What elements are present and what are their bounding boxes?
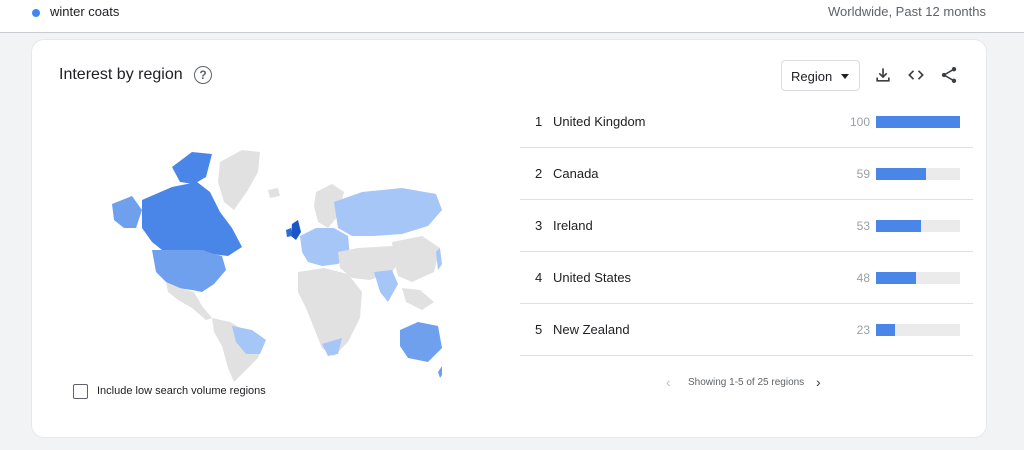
card-title: Interest by region: [59, 66, 183, 83]
region-value: 48: [856, 271, 870, 285]
region-name: United States: [553, 270, 632, 285]
map-region-southeast-asia: [402, 288, 434, 310]
region-value: 23: [856, 323, 870, 337]
share-icon[interactable]: [939, 65, 959, 85]
map-region-united-states: [152, 250, 226, 292]
map-region-alaska: [112, 196, 142, 228]
resolution-select-value: Region: [791, 69, 833, 84]
region-rank: 3: [535, 218, 543, 233]
low-volume-checkbox-label: Include low search volume regions: [97, 385, 266, 397]
region-bar: [876, 168, 926, 180]
region-ranking-list: 1 United Kingdom 100 2 Canada 59 3 Irela…: [520, 96, 973, 356]
region-name: United Kingdom: [553, 114, 646, 129]
search-term-label: winter coats: [50, 4, 120, 19]
map-region-united-kingdom: [291, 220, 301, 240]
region-bar-track: [876, 272, 960, 284]
list-item[interactable]: 4 United States 48: [520, 252, 973, 304]
region-bar: [876, 324, 896, 336]
chevron-left-icon[interactable]: ‹: [666, 374, 671, 390]
map-region-new-zealand: [438, 366, 442, 378]
search-scope-label: Worldwide, Past 12 months: [828, 4, 986, 19]
map-region-canada-islands: [172, 152, 212, 184]
pagination: ‹ Showing 1-5 of 25 regions ›: [662, 373, 862, 393]
region-value: 59: [856, 167, 870, 181]
region-value: 53: [856, 219, 870, 233]
region-bar-track: [876, 324, 960, 336]
term-color-dot: [32, 9, 40, 17]
region-bar-track: [876, 168, 960, 180]
map-region-japan: [436, 248, 442, 270]
resolution-select[interactable]: Region: [781, 60, 860, 91]
region-name: Ireland: [553, 218, 593, 233]
region-rank: 1: [535, 114, 543, 129]
list-item[interactable]: 1 United Kingdom 100: [520, 96, 973, 148]
chevron-right-icon[interactable]: ›: [816, 374, 821, 390]
map-region-australia: [400, 322, 442, 362]
download-icon[interactable]: [873, 65, 893, 85]
list-item[interactable]: 2 Canada 59: [520, 148, 973, 200]
region-name: New Zealand: [553, 322, 630, 337]
dropdown-caret-icon: [841, 74, 849, 79]
map-region-russia: [334, 188, 442, 236]
region-name: Canada: [553, 166, 599, 181]
map-region-iceland: [268, 188, 280, 198]
list-item[interactable]: 3 Ireland 53: [520, 200, 973, 252]
region-bar: [876, 220, 921, 232]
map-region-ireland: [286, 228, 292, 237]
region-value: 100: [849, 115, 870, 129]
region-rank: 5: [535, 322, 543, 337]
help-circle-icon[interactable]: ?: [194, 66, 212, 84]
region-bar-track: [876, 116, 960, 128]
map-region-india: [374, 270, 398, 302]
embed-code-icon[interactable]: [906, 65, 926, 85]
region-bar: [876, 272, 917, 284]
region-bar: [876, 116, 960, 128]
region-bar-track: [876, 220, 960, 232]
search-term-bar: winter coats Worldwide, Past 12 months: [0, 0, 1024, 33]
region-rank: 4: [535, 270, 543, 285]
interest-by-region-card: Interest by region ? Region Include low …: [32, 40, 986, 437]
list-item[interactable]: 5 New Zealand 23: [520, 304, 973, 356]
map-region-greenland: [218, 150, 260, 210]
map-region-east-asia: [392, 236, 440, 282]
world-map[interactable]: [102, 132, 442, 382]
region-rank: 2: [535, 166, 543, 181]
low-volume-checkbox[interactable]: [73, 384, 88, 399]
pagination-info: Showing 1-5 of 25 regions: [688, 377, 805, 388]
